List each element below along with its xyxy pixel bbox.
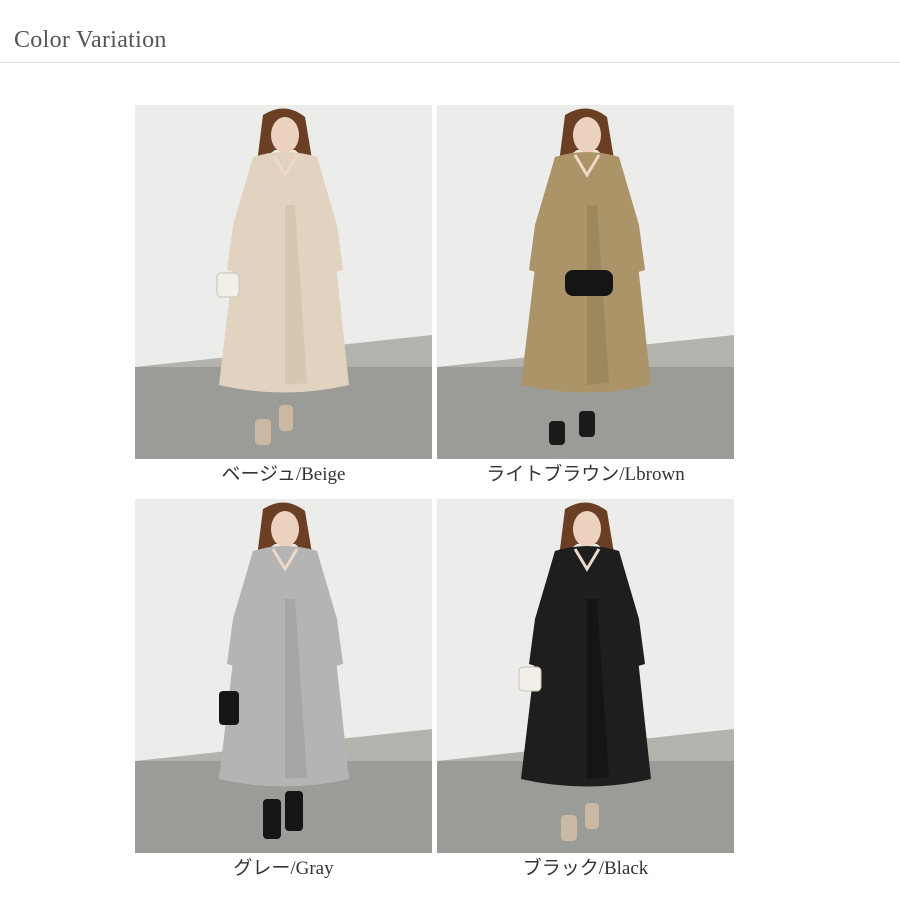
model-illustration [135, 105, 432, 459]
model-illustration [135, 499, 432, 853]
variant-card-beige[interactable]: ベージュ/Beige [135, 105, 432, 490]
product-photo-beige[interactable] [135, 105, 432, 459]
page-title: Color Variation [14, 27, 167, 53]
header-divider [0, 62, 900, 63]
variant-caption: グレー/Gray [233, 858, 334, 879]
model-illustration [437, 105, 734, 459]
variant-card-lbrown[interactable]: ライトブラウン/Lbrown [437, 105, 734, 490]
product-photo-black[interactable] [437, 499, 734, 853]
model-illustration [437, 499, 734, 853]
variant-caption: ブラック/Black [522, 858, 649, 879]
variant-card-black[interactable]: ブラック/Black [437, 499, 734, 884]
variant-caption: ライトブラウン/Lbrown [486, 464, 685, 485]
product-photo-gray[interactable] [135, 499, 432, 853]
variant-card-gray[interactable]: グレー/Gray [135, 499, 432, 884]
product-photo-lbrown[interactable] [437, 105, 734, 459]
variant-caption: ベージュ/Beige [221, 464, 346, 485]
